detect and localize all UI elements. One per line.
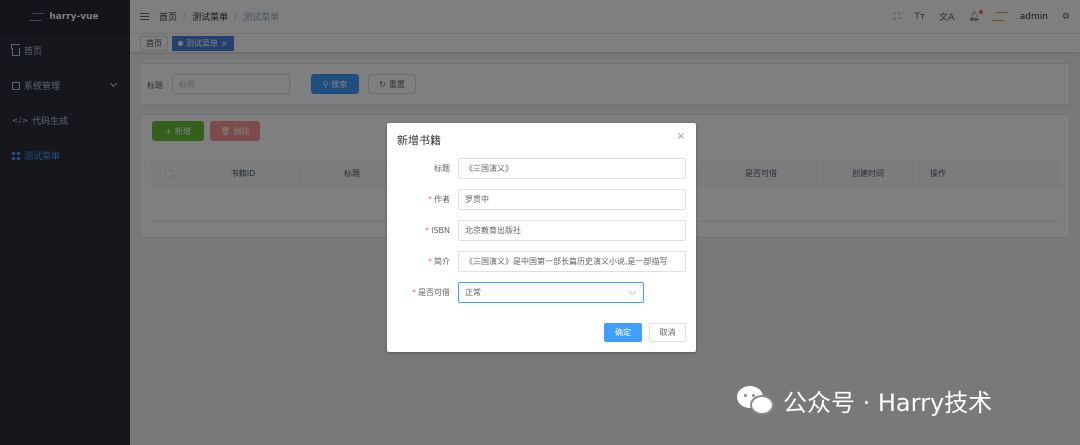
form-row-intro: * 简介 《三国演义》是中国第一部长篇历史演义小说,是一部描写 [387, 251, 696, 272]
add-book-dialog: 新增书籍 × 标题 《三国演义》 * 作者 罗贯中 * ISBN 北京教育出版社 *… [387, 123, 696, 352]
isbn-field[interactable]: 北京教育出版社 [458, 220, 686, 241]
watermark: 公众号 · Harry技术 [737, 383, 992, 418]
select-value: 正常 [465, 288, 481, 297]
title-field[interactable]: 《三国演义》 [458, 158, 686, 179]
field-label: 标题 [434, 164, 450, 173]
field-label: * ISBN [425, 226, 450, 235]
form-row-borrowable: * 是否可借 正常 [387, 282, 696, 303]
author-field[interactable]: 罗贯中 [458, 189, 686, 210]
form-row-author: * 作者 罗贯中 [387, 189, 696, 210]
confirm-button[interactable]: 确定 [604, 323, 642, 342]
borrowable-select[interactable]: 正常 [458, 282, 644, 303]
close-icon[interactable]: × [677, 131, 685, 142]
watermark-text: 公众号 · Harry技术 [783, 389, 993, 417]
field-label: * 简介 [428, 257, 450, 266]
wechat-icon [737, 385, 775, 416]
dialog-title: 新增书籍 [397, 134, 441, 147]
intro-field[interactable]: 《三国演义》是中国第一部长篇历史演义小说,是一部描写 [458, 251, 686, 272]
cancel-button[interactable]: 取消 [649, 323, 686, 342]
form-row-isbn: * ISBN 北京教育出版社 [387, 220, 696, 241]
field-label: * 作者 [428, 195, 450, 204]
field-label: * 是否可借 [412, 288, 450, 297]
chevron-down-icon [628, 287, 637, 296]
form-row-title: 标题 《三国演义》 [387, 158, 696, 179]
